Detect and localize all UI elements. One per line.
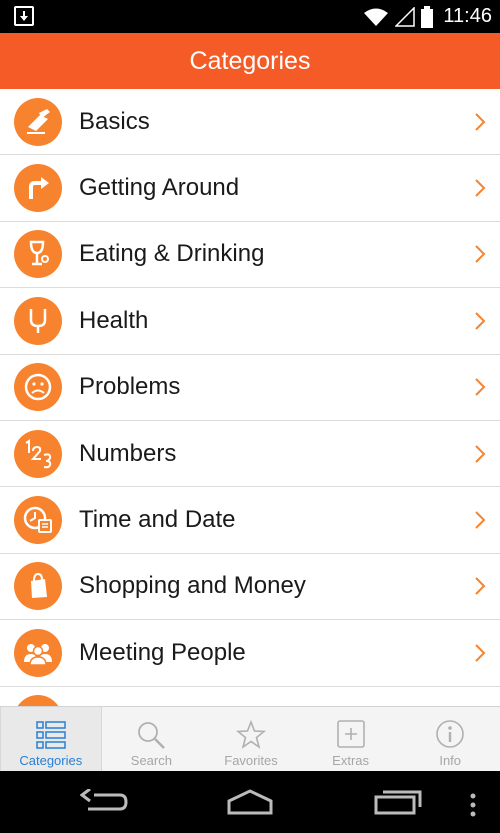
turn-arrow-icon [14, 164, 62, 213]
category-label: Eating & Drinking [79, 240, 265, 268]
back-icon[interactable] [80, 789, 128, 815]
action-bar: Categories [0, 33, 500, 89]
wifi-icon [364, 8, 389, 26]
category-label: Health [79, 306, 149, 334]
category-label: Problems [79, 373, 181, 401]
tab-info[interactable]: Info [400, 707, 500, 771]
chevron-right-icon [475, 577, 486, 596]
tab-label: Search [130, 753, 172, 768]
pencil-paper-icon [14, 97, 62, 146]
category-label: Basics [79, 107, 150, 135]
category-label: Shopping and Money [79, 572, 306, 600]
category-list[interactable]: Basics Getting Around Eating & Drinking … [0, 89, 500, 706]
page-title: Categories [189, 46, 311, 75]
magnifier-icon [138, 722, 166, 749]
chevron-right-icon [475, 511, 486, 529]
list-icon [36, 721, 66, 749]
category-item-health[interactable]: Health [0, 288, 500, 355]
tab-categories[interactable]: Categories [0, 707, 102, 771]
info-icon [436, 720, 464, 748]
tab-favorites[interactable]: Favorites [201, 707, 301, 771]
clock-calendar-icon [14, 496, 62, 545]
chevron-right-icon [475, 179, 486, 197]
tab-bar: Categories Search Favorites Extras Info [0, 706, 500, 771]
tab-extras[interactable]: Extras [301, 707, 401, 771]
numbers-123-icon [14, 429, 62, 478]
wine-glass-icon [14, 230, 62, 279]
shopping-bag-icon [14, 562, 62, 611]
category-item-meeting-people[interactable]: Meeting People [0, 620, 500, 687]
chevron-right-icon [475, 444, 486, 463]
chevron-right-icon [475, 644, 486, 662]
people-group-icon [14, 628, 62, 677]
battery-icon [421, 5, 434, 28]
tab-search[interactable]: Search [102, 707, 202, 771]
tab-label: Categories [19, 753, 83, 768]
status-time: 11:46 [443, 5, 492, 27]
category-item-basics[interactable]: Basics [0, 89, 500, 156]
tab-label: Extras [332, 753, 369, 768]
sad-face-icon [14, 363, 62, 412]
home-icon[interactable] [226, 789, 274, 815]
plus-box-icon [336, 720, 365, 748]
star-icon [235, 720, 267, 749]
overflow-menu-icon[interactable] [468, 793, 478, 817]
chevron-right-icon [475, 378, 486, 396]
system-nav-bar [0, 771, 500, 833]
chevron-right-icon [475, 112, 486, 131]
download-icon [14, 6, 34, 26]
category-label: Meeting People [79, 638, 246, 666]
chevron-right-icon [475, 312, 486, 330]
recent-apps-icon[interactable] [374, 789, 422, 815]
category-item-getting-around[interactable]: Getting Around [0, 155, 500, 222]
status-bar: 11:46 [0, 0, 500, 33]
category-label: Numbers [79, 439, 177, 467]
category-item-numbers[interactable]: Numbers [0, 421, 500, 488]
category-item-partial[interactable] [0, 687, 500, 706]
tab-label: Favorites [224, 753, 278, 768]
category-item-time-date[interactable]: Time and Date [0, 487, 500, 554]
category-item-eating-drinking[interactable]: Eating & Drinking [0, 222, 500, 289]
category-item-shopping-money[interactable]: Shopping and Money [0, 554, 500, 621]
category-item-problems[interactable]: Problems [0, 355, 500, 421]
partial-category-icon [14, 695, 62, 706]
category-label: Getting Around [79, 174, 240, 202]
tab-label: Info [439, 753, 462, 768]
category-label: Time and Date [79, 506, 236, 534]
stethoscope-icon [14, 296, 62, 345]
signal-icon [395, 6, 416, 27]
chevron-right-icon [475, 245, 486, 264]
